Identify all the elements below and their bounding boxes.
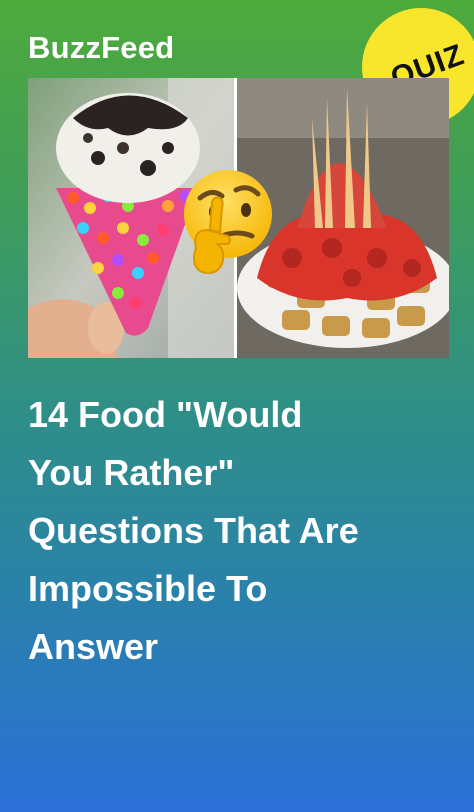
headline-line: You Rather" xyxy=(28,452,235,493)
quiz-headline[interactable]: 14 Food "Would You Rather" Questions Tha… xyxy=(28,386,458,676)
headline-line: Answer xyxy=(28,626,159,667)
headline-line: Impossible To xyxy=(28,568,268,609)
headline-line: 14 Food "Would xyxy=(28,394,303,435)
headline-line: Questions That Are xyxy=(28,510,359,551)
buzzfeed-logo[interactable]: BuzzFeed xyxy=(28,30,174,66)
thinking-face-emoji-icon xyxy=(184,170,272,274)
